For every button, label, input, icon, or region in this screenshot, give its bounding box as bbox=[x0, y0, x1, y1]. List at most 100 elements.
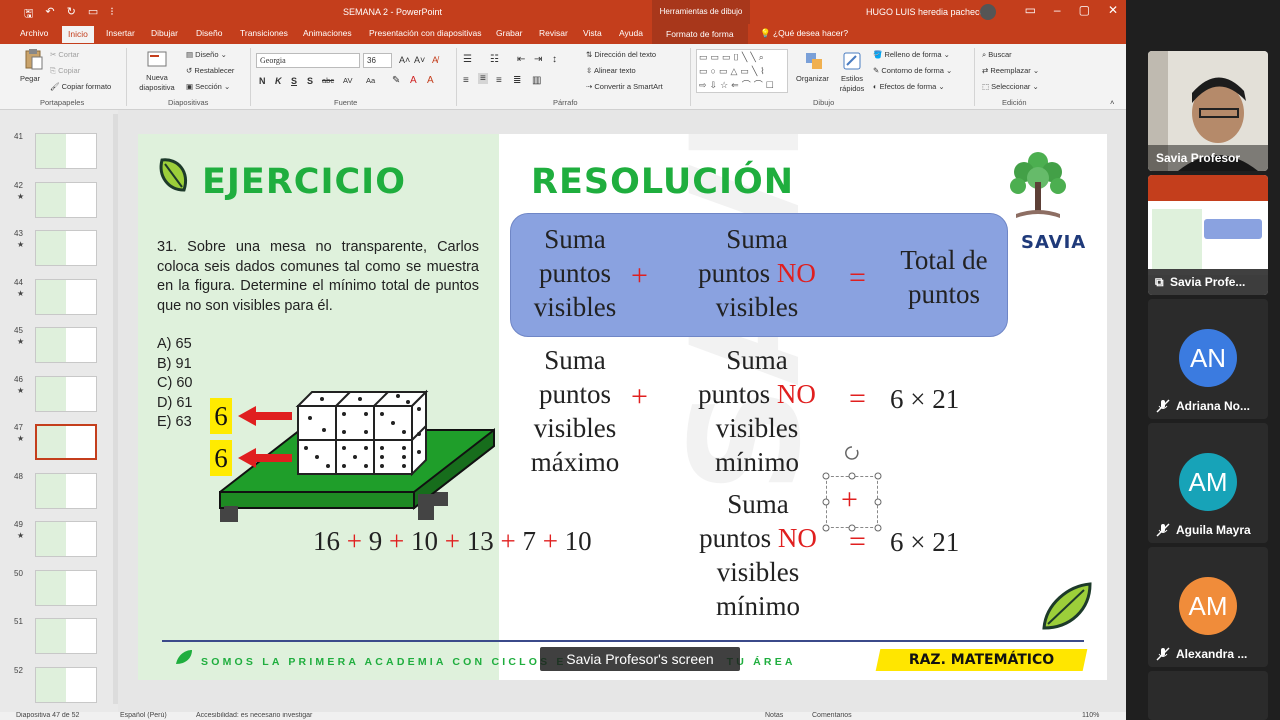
tell-me-search[interactable]: 💡 ¿Qué desea hacer? bbox=[760, 28, 848, 39]
slide-thumbnail[interactable] bbox=[35, 181, 97, 218]
slide-thumbnail[interactable] bbox=[35, 375, 97, 412]
notes-button[interactable]: Notas bbox=[765, 712, 783, 719]
tab-inicio[interactable]: Inicio bbox=[62, 26, 94, 43]
smartart-button[interactable]: ⇢ Convertir a SmartArt bbox=[586, 82, 663, 91]
shapes-gallery[interactable]: ▭▭▭⌷╲╲⌕ ▭○▭△▭╲⌇ ⇨⇩☆⇐⌒⌒☐ bbox=[696, 49, 788, 93]
align-left-icon[interactable]: ≡ bbox=[463, 75, 469, 86]
align-right-icon[interactable]: ≡ bbox=[496, 75, 502, 86]
increase-indent-icon[interactable]: ⇥ bbox=[534, 54, 542, 65]
tab-dibujar[interactable]: Dibujar bbox=[151, 28, 178, 38]
undo-icon[interactable]: ↶ bbox=[45, 5, 54, 24]
justify-icon[interactable]: ≣ bbox=[513, 75, 521, 86]
close-icon[interactable]: ✕ bbox=[1108, 3, 1118, 17]
tab-vista[interactable]: Vista bbox=[583, 28, 602, 38]
numbering-icon[interactable]: ☷ bbox=[490, 54, 499, 65]
footer-rule bbox=[162, 640, 1084, 642]
participant-tile-video[interactable]: Savia Profesor bbox=[1148, 51, 1268, 171]
tab-ayuda[interactable]: Ayuda bbox=[619, 28, 643, 38]
participant-tile-partial[interactable] bbox=[1148, 671, 1268, 720]
accessibility-status[interactable]: Accesibilidad: es necesario investigar bbox=[196, 712, 312, 719]
copy-button[interactable]: ⎘ Copiar bbox=[50, 66, 80, 76]
slide-thumbnail[interactable] bbox=[35, 230, 97, 266]
replace-button[interactable]: ⇄ Reemplazar ⌄ bbox=[982, 66, 1039, 75]
participant-tile[interactable]: AM Aguila Mayra bbox=[1148, 423, 1268, 543]
decrease-indent-icon[interactable]: ⇤ bbox=[517, 54, 525, 65]
slide-thumbnail[interactable] bbox=[35, 472, 97, 509]
font-color2-icon[interactable]: A bbox=[427, 75, 434, 86]
tab-grabar[interactable]: Grabar bbox=[496, 28, 522, 38]
find-button[interactable]: ⌕ Buscar bbox=[982, 50, 1012, 60]
maximize-icon[interactable]: ▢ bbox=[1079, 3, 1090, 17]
shrink-font-icon[interactable]: A˅ bbox=[414, 55, 425, 65]
text-direction-button[interactable]: ⇅ Dirección del texto bbox=[586, 50, 656, 59]
present-icon[interactable]: ▭ bbox=[88, 5, 98, 24]
underline-button[interactable]: S bbox=[291, 76, 297, 86]
language-indicator[interactable]: Español (Perú) bbox=[120, 712, 167, 719]
text-line: visibles bbox=[715, 413, 799, 443]
collapse-ribbon-icon[interactable]: ˄ bbox=[1110, 98, 1114, 107]
save-icon[interactable]: 🖫 bbox=[24, 5, 33, 24]
selection-handles[interactable] bbox=[820, 442, 884, 534]
participant-tile[interactable]: AN Adriana No... bbox=[1148, 299, 1268, 419]
align-text-button[interactable]: ⇳ Alinear texto bbox=[586, 66, 636, 75]
customize-icon[interactable]: ⁝ bbox=[110, 5, 114, 24]
slide-thumbnail[interactable] bbox=[35, 569, 97, 606]
change-case-button[interactable]: Aa bbox=[366, 76, 375, 85]
highlight-icon[interactable]: ✎ bbox=[392, 75, 400, 86]
cut-button[interactable]: ✂ Cortar bbox=[50, 50, 79, 59]
columns-icon[interactable]: ▥ bbox=[532, 75, 541, 86]
tab-diseno[interactable]: Diseño bbox=[196, 28, 222, 38]
plus-sign: + bbox=[346, 526, 362, 556]
format-painter-button[interactable]: 🖌 Copiar formato bbox=[50, 82, 111, 91]
slide-thumbnail[interactable] bbox=[35, 278, 97, 315]
shadow-button[interactable]: S bbox=[307, 76, 313, 86]
align-center-icon[interactable]: ≡ bbox=[478, 73, 488, 84]
tab-revisar[interactable]: Revisar bbox=[539, 28, 568, 38]
font-color-icon[interactable]: A bbox=[410, 75, 417, 86]
comments-button[interactable]: Comentarios bbox=[812, 712, 852, 719]
shape-outline-button[interactable]: ✎ Contorno de forma ⌄ bbox=[873, 66, 952, 75]
italic-button[interactable]: K bbox=[275, 76, 282, 86]
line-spacing-icon[interactable]: ↕ bbox=[552, 54, 557, 65]
tab-insertar[interactable]: Insertar bbox=[106, 28, 135, 38]
section-button[interactable]: ▣ Sección ⌄ bbox=[186, 82, 230, 91]
rotate-handle-icon[interactable] bbox=[845, 446, 859, 460]
font-size-select[interactable]: 36 bbox=[363, 53, 392, 68]
minimize-icon[interactable]: – bbox=[1054, 3, 1061, 17]
user-name[interactable]: HUGO LUIS heredia pacheco bbox=[866, 7, 985, 17]
clear-format-icon[interactable]: A̸ bbox=[432, 55, 438, 65]
tab-transiciones[interactable]: Transiciones bbox=[240, 28, 288, 38]
slide-thumbnail[interactable] bbox=[35, 424, 97, 460]
zoom-level[interactable]: 110% bbox=[1082, 712, 1099, 719]
redo-icon[interactable]: ↻ bbox=[67, 5, 76, 24]
bold-button[interactable]: N bbox=[259, 76, 266, 86]
slide-thumbnail[interactable] bbox=[35, 618, 97, 654]
tab-formato-de-forma[interactable]: Formato de forma bbox=[652, 24, 748, 44]
bullets-icon[interactable]: ☰ bbox=[463, 54, 472, 65]
tab-archivo[interactable]: Archivo bbox=[20, 28, 48, 38]
replace-label: Reemplazar bbox=[990, 66, 1031, 75]
subject-badge: RAZ. MATEMÁTICO bbox=[875, 649, 1088, 671]
shape-effects-button[interactable]: ◐ Efectos de forma ⌄ bbox=[873, 82, 945, 91]
grow-font-icon[interactable]: A˄ bbox=[399, 55, 410, 65]
slide-thumbnail[interactable] bbox=[35, 133, 97, 169]
user-avatar[interactable] bbox=[980, 4, 996, 20]
reset-button[interactable]: ↺ Restablecer bbox=[186, 66, 234, 75]
participant-tile-screen[interactable]: ⧉ Savia Profe... bbox=[1148, 175, 1268, 295]
tab-animaciones[interactable]: Animaciones bbox=[303, 28, 352, 38]
tab-presentacion[interactable]: Presentación con diapositivas bbox=[369, 28, 481, 38]
slide-thumbnail[interactable] bbox=[35, 666, 97, 703]
char-spacing-button[interactable]: AV bbox=[343, 76, 352, 85]
slide-thumbnail[interactable] bbox=[35, 521, 97, 557]
equals-sign: = bbox=[849, 261, 866, 294]
font-name-select[interactable]: Georgia bbox=[256, 53, 360, 68]
strikethrough-button[interactable]: abc bbox=[322, 76, 334, 85]
participant-tile[interactable]: AM Alexandra ... bbox=[1148, 547, 1268, 667]
thumbnail-scrollbar[interactable] bbox=[113, 114, 118, 704]
select-button[interactable]: ⬚ Seleccionar ⌄ bbox=[982, 82, 1039, 91]
slide-thumbnail[interactable] bbox=[35, 327, 97, 363]
context-tools-title: Herramientas de dibujo bbox=[652, 0, 750, 24]
shape-fill-button[interactable]: 🪣 Relleno de forma ⌄ bbox=[873, 50, 950, 59]
ribbon-display-icon[interactable]: ▭ bbox=[1025, 3, 1036, 17]
layout-button[interactable]: ▤ Diseño ⌄ bbox=[186, 50, 227, 59]
